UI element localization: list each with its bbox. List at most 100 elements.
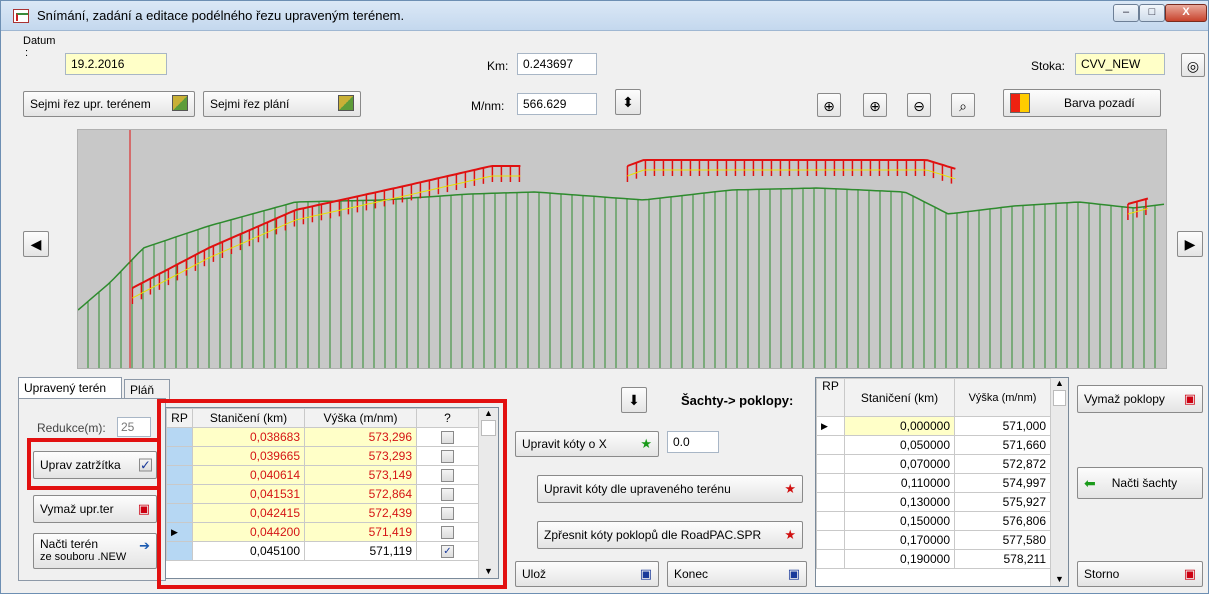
row-header[interactable] <box>816 492 845 512</box>
tab-plan[interactable]: Pláň <box>124 379 170 399</box>
zoom-in-icon[interactable]: ⊕ <box>863 93 887 117</box>
upravit-koty-x-label: Upravit kóty o X <box>522 437 607 451</box>
scroll-right-icon[interactable]: ▶ <box>1177 231 1203 257</box>
scroll-down-icon[interactable]: ▼ <box>1055 574 1064 584</box>
grid2-header-rp: RP <box>816 378 845 417</box>
vyska-cell[interactable]: 571,000 <box>954 416 1051 436</box>
mnm-label: M/nm: <box>471 99 505 113</box>
row-header[interactable]: ▶ <box>816 416 845 436</box>
row-header[interactable] <box>816 454 845 474</box>
x-offset-field[interactable]: 0.0 <box>667 431 719 453</box>
move-down-icon[interactable]: ⬇ <box>621 387 647 413</box>
stoka-label: Stoka: <box>1031 59 1066 73</box>
vyska-cell[interactable]: 577,580 <box>954 530 1051 550</box>
nacti-teren-label-1: Načti terén <box>40 537 99 551</box>
load-arrow-icon: ➔ <box>139 538 150 553</box>
row-header[interactable] <box>816 549 845 569</box>
mnm-field[interactable]: 566.629 <box>517 93 597 115</box>
grid2-scrollbar[interactable]: ▲ ▼ <box>1050 378 1068 586</box>
table-row[interactable]: 0,110000 574,997 <box>816 473 1051 493</box>
vyska-cell[interactable]: 572,872 <box>954 454 1051 474</box>
tab-upraveny-teren[interactable]: Upravený terén <box>18 377 122 400</box>
stan-cell[interactable]: 0,170000 <box>844 530 955 550</box>
uloz-button[interactable]: Ulož ▣ <box>515 561 659 587</box>
green-star-icon: ★ <box>640 436 652 451</box>
profile-plot[interactable] <box>77 129 1167 369</box>
scroll-thumb[interactable] <box>1053 390 1066 406</box>
poklopy-grid[interactable]: RP Staničení (km) Výška (m/nm) ▶ 0,000000… <box>815 377 1069 587</box>
upravit-koty-x-button[interactable]: Upravit kóty o X ★ <box>515 431 659 457</box>
stan-cell[interactable]: 0,190000 <box>844 549 955 569</box>
color-palette-icon <box>1010 93 1030 113</box>
red-star-icon: ★ <box>784 527 796 542</box>
stan-cell[interactable]: 0,050000 <box>844 435 955 455</box>
stan-cell[interactable]: 0,000000 <box>844 416 955 436</box>
load-arrow-left-icon: ⬅ <box>1084 474 1096 491</box>
nacti-teren-label-2: ze souboru .NEW <box>40 551 127 563</box>
delete-disk-icon: ▣ <box>137 501 150 516</box>
barva-pozadi-button[interactable]: Barva pozadí <box>1003 89 1161 117</box>
row-header[interactable] <box>816 530 845 550</box>
table-row[interactable]: 0,070000 572,872 <box>816 454 1051 474</box>
zoom-extents-icon[interactable]: ⊕ <box>817 93 841 117</box>
sejmi-rez-upr-teren-button[interactable]: Sejmi řez upr. terénem <box>23 91 195 117</box>
stan-cell[interactable]: 0,110000 <box>844 473 955 493</box>
row-header[interactable] <box>816 473 845 493</box>
upravit-koty-dle-terenu-button[interactable]: Upravit kóty dle upraveného terénu ★ <box>537 475 803 503</box>
cancel-disk-icon: ▣ <box>1183 566 1196 581</box>
vymaz-poklopy-button[interactable]: Vymaž poklopy ▣ <box>1077 385 1203 413</box>
zpresnit-koty-button[interactable]: Zpřesnit kóty poklopů dle RoadPAC.SPR ★ <box>537 521 803 549</box>
red-star-icon: ★ <box>784 481 796 496</box>
vyska-cell[interactable]: 578,211 <box>954 549 1051 569</box>
zoom-out-icon[interactable]: ⊖ <box>907 93 931 117</box>
close-button[interactable]: X <box>1165 4 1207 22</box>
stan-cell[interactable]: 0,130000 <box>844 492 955 512</box>
vymaz-poklopy-label: Vymaž poklopy <box>1084 392 1165 406</box>
datum-field[interactable]: 19.2.2016 <box>65 53 167 75</box>
delete-disk-icon: ▣ <box>1183 391 1196 406</box>
barva-pozadi-label: Barva pozadí <box>1064 96 1135 110</box>
vyska-cell[interactable]: 571,660 <box>954 435 1051 455</box>
upravit-koty-dle-terenu-label: Upravit kóty dle upraveného terénu <box>544 482 731 496</box>
zoom-window-icon[interactable]: ⌕ <box>951 93 975 117</box>
settings-eye-icon[interactable]: ◎ <box>1181 53 1205 77</box>
vyska-cell[interactable]: 575,927 <box>954 492 1051 512</box>
redukce-field[interactable]: 25 <box>117 417 151 437</box>
center-line <box>1127 208 1149 215</box>
highlight-box-zatrzitka <box>27 438 161 490</box>
storno-button[interactable]: Storno ▣ <box>1077 561 1203 587</box>
table-row[interactable]: 0,190000 578,211 <box>816 549 1051 569</box>
vymaz-upr-ter-button[interactable]: Vymaž upr.ter ▣ <box>33 495 157 523</box>
konec-button[interactable]: Konec ▣ <box>667 561 807 587</box>
table-row[interactable]: 0,050000 571,660 <box>816 435 1051 455</box>
zpresnit-koty-label: Zpřesnit kóty poklopů dle RoadPAC.SPR <box>544 528 762 542</box>
table-row[interactable]: 0,130000 575,927 <box>816 492 1051 512</box>
table-row[interactable]: 0,150000 576,806 <box>816 511 1051 531</box>
sejmi-rez-upr-teren-label: Sejmi řez upr. terénem <box>30 97 151 111</box>
nacti-teren-button[interactable]: Načti terén ze souboru .NEW ➔ <box>33 533 157 569</box>
grid2-header-stan[interactable]: Staničení (km) <box>844 378 955 417</box>
profile-canvas <box>77 130 1165 368</box>
row-header[interactable] <box>816 435 845 455</box>
vyska-cell[interactable]: 574,997 <box>954 473 1051 493</box>
stan-cell[interactable]: 0,150000 <box>844 511 955 531</box>
vymaz-upr-ter-label: Vymaž upr.ter <box>40 502 114 516</box>
nacti-sachty-label: Načti šachty <box>1111 476 1178 490</box>
highlight-box-grid <box>157 399 507 589</box>
stoka-field[interactable]: CVV_NEW <box>1075 53 1165 75</box>
km-field[interactable]: 0.243697 <box>517 53 597 75</box>
scroll-left-icon[interactable]: ◀ <box>23 231 49 257</box>
scroll-up-icon[interactable]: ▲ <box>1051 378 1068 388</box>
nacti-sachty-button[interactable]: ⬅ Načti šachty <box>1077 467 1203 499</box>
stan-cell[interactable]: 0,070000 <box>844 454 955 474</box>
grid2-header-vyska[interactable]: Výška (m/nm) <box>954 378 1051 417</box>
table-row[interactable]: 0,170000 577,580 <box>816 530 1051 550</box>
vyska-cell[interactable]: 576,806 <box>954 511 1051 531</box>
minimize-button[interactable]: – <box>1113 4 1139 22</box>
row-header[interactable] <box>816 511 845 531</box>
sachty-poklopy-label: Šachty-> poklopy: <box>681 393 794 408</box>
table-row[interactable]: ▶ 0,000000 571,000 <box>816 416 1051 436</box>
sejmi-rez-plani-button[interactable]: Sejmi řez plání <box>203 91 361 117</box>
stepper-up-down-icon[interactable]: ⬍ <box>615 89 641 115</box>
maximize-button[interactable]: □ <box>1139 4 1165 22</box>
